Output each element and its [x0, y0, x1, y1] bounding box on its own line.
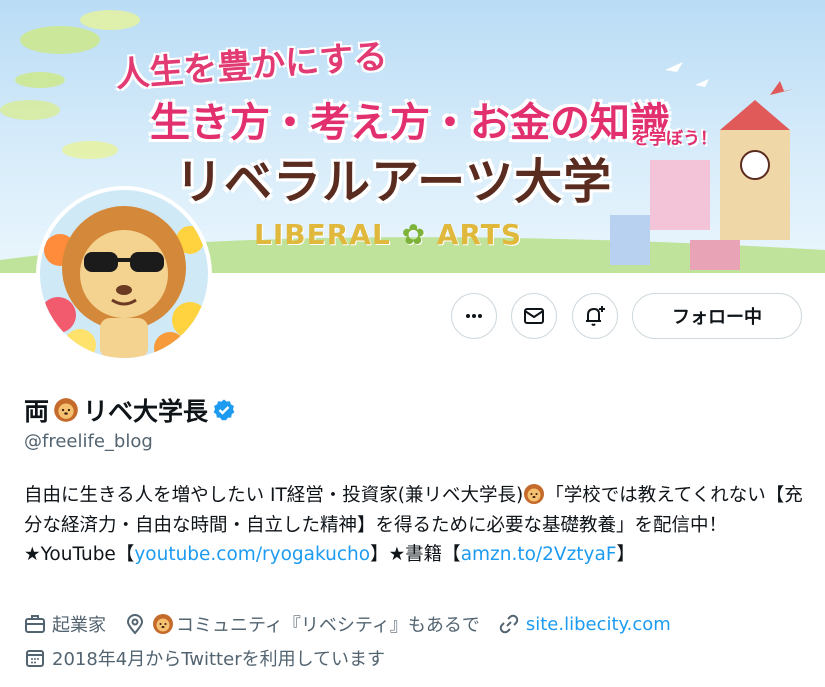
profile-meta-row: 起業家 コミュニティ『リベシティ』もあるで site.libecity.com	[24, 611, 671, 637]
calendar-icon	[26, 650, 44, 667]
occupation-text: 起業家	[52, 615, 106, 636]
profile-name: リベ大学長	[83, 397, 209, 426]
occupation-item: 起業家	[24, 611, 106, 637]
location-pin-icon	[126, 614, 144, 635]
banner-logo-right: ARTS	[436, 218, 523, 251]
banner-logo: LIBERAL ✿ ARTS	[254, 218, 522, 251]
bio-text-1: 自由に生きる人を増やしたい IT経営・投資家(兼リベ大学長)	[24, 485, 524, 506]
website-link[interactable]: site.libecity.com	[526, 614, 671, 635]
avatar[interactable]	[24, 186, 220, 362]
link-icon	[499, 614, 519, 634]
banner-line-2: 生き方・考え方・お金の知識	[150, 100, 670, 146]
location-item: コミュニティ『リベシティ』もあるで	[124, 611, 480, 637]
following-button[interactable]: フォロー中	[632, 293, 802, 339]
website-item[interactable]: site.libecity.com	[498, 613, 671, 635]
notifications-button[interactable]	[572, 293, 618, 339]
briefcase-icon	[25, 615, 45, 633]
bio-amazon-link[interactable]: amzn.to/2VztyaF	[461, 544, 617, 565]
profile-joined-row: 2018年4月からTwitterを利用しています	[24, 645, 385, 671]
profile-name-prefix: 両	[24, 397, 50, 426]
verified-badge-icon[interactable]	[212, 398, 236, 422]
bell-plus-icon	[586, 306, 605, 326]
location-text: コミュニティ『リベシティ』もあるで	[176, 615, 480, 636]
lion-emoji-icon	[153, 614, 173, 634]
banner-line-3: リベラルアーツ大学	[175, 154, 613, 210]
more-button[interactable]	[451, 293, 497, 339]
banner-line-2-suffix: を学ぼう！	[632, 129, 717, 149]
message-button[interactable]	[511, 293, 557, 339]
leaf-icon: ✿	[401, 218, 427, 251]
joined-text: 2018年4月からTwitterを利用しています	[52, 649, 386, 670]
mail-icon	[524, 308, 544, 324]
profile-name-row: 両 リベ大学長	[24, 392, 236, 428]
bio-text-3: 】★書籍【	[370, 544, 461, 565]
profile-handle: @freelife_blog	[24, 431, 153, 452]
lion-emoji-icon	[54, 398, 78, 422]
lion-emoji-icon	[524, 484, 545, 504]
bio-text-4: 】	[616, 544, 635, 565]
joined-item: 2018年4月からTwitterを利用しています	[24, 645, 385, 671]
more-icon	[466, 314, 482, 318]
banner-logo-left: LIBERAL	[254, 218, 391, 251]
bio-youtube-link[interactable]: youtube.com/ryogakucho	[134, 544, 370, 565]
lion-avatar-image	[40, 190, 208, 358]
profile-bio: 自由に生きる人を増やしたい IT経営・投資家(兼リベ大学長) 「学校では教えてくれ…	[24, 481, 804, 570]
